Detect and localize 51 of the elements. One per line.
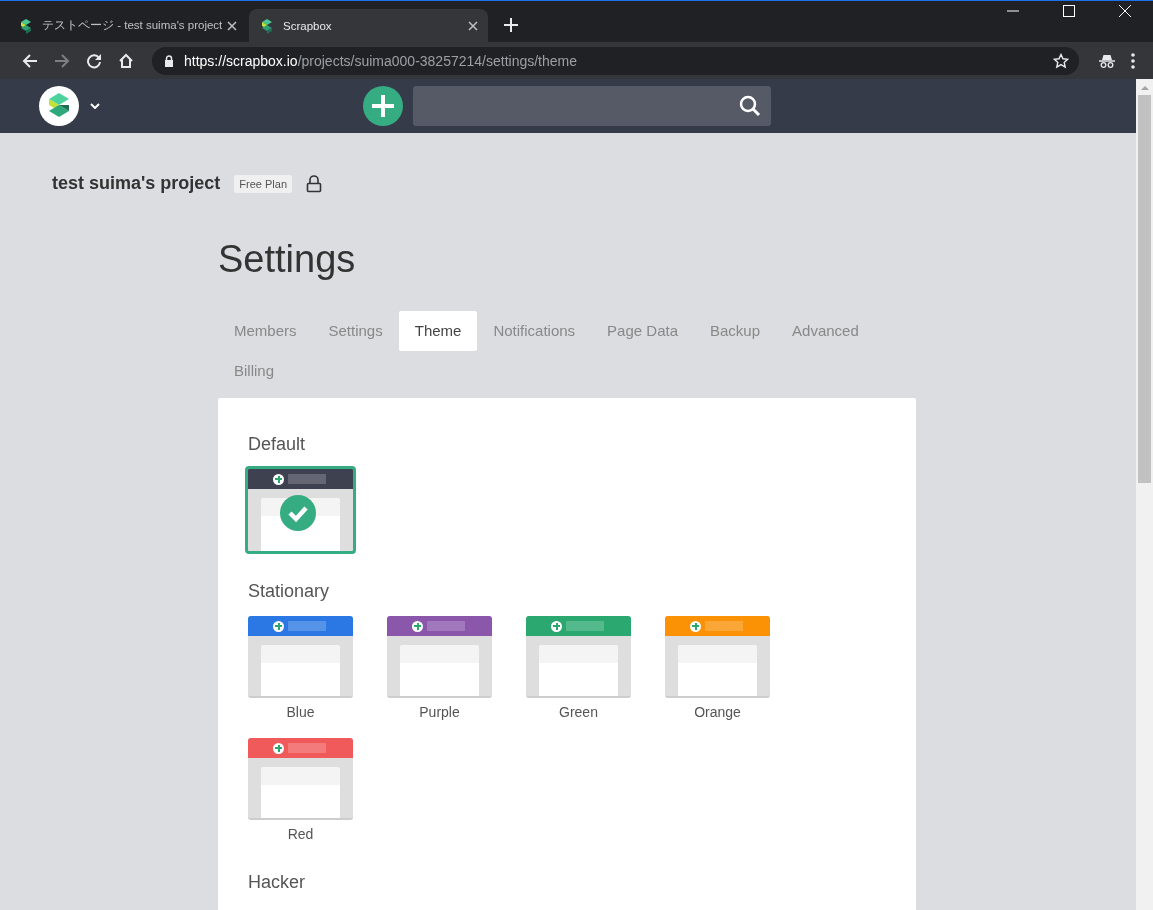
browser-tab[interactable]: テストページ - test suima's project <box>8 9 247 42</box>
theme-thumbnail[interactable] <box>245 466 356 554</box>
theme-name: Blue <box>286 704 315 720</box>
star-icon[interactable] <box>1053 52 1069 69</box>
close-icon[interactable] <box>227 20 237 31</box>
address-bar[interactable]: https://scrapbox.io/projects/suima000-38257214/settings/theme <box>152 46 1079 75</box>
theme-thumbnail[interactable] <box>526 616 631 698</box>
settings-tab[interactable]: Advanced <box>776 311 875 351</box>
reload-icon[interactable] <box>86 52 102 69</box>
section-title: Hacker <box>248 872 306 893</box>
lock-icon <box>306 174 323 193</box>
new-tab-icon[interactable] <box>504 18 518 32</box>
theme-thumbnail[interactable] <box>665 616 770 698</box>
theme-thumbnail[interactable] <box>248 616 353 698</box>
settings-tab[interactable]: Theme <box>398 311 478 351</box>
settings-tab[interactable]: Billing <box>218 351 291 391</box>
page-heading: Settings <box>218 238 357 281</box>
logo-icon <box>259 17 275 34</box>
forward-icon[interactable] <box>54 52 70 69</box>
search-field[interactable] <box>413 86 771 126</box>
theme-name: Orange <box>694 704 741 720</box>
theme-name: Purple <box>419 704 460 720</box>
caret-icon[interactable] <box>90 103 100 109</box>
theme-thumbnail[interactable] <box>387 616 492 698</box>
settings-tab[interactable]: Page Data <box>591 311 694 351</box>
project-name[interactable]: test suima's project <box>52 173 221 194</box>
back-icon[interactable] <box>22 52 38 69</box>
search-icon <box>739 95 761 117</box>
settings-tab[interactable]: Notifications <box>477 311 592 351</box>
tab-title: Scrapbox <box>283 19 333 32</box>
logo-icon <box>18 17 34 34</box>
settings-tab[interactable]: Settings <box>312 311 399 351</box>
logo-icon[interactable] <box>39 86 79 126</box>
theme-name: Red <box>287 826 314 842</box>
new-page-button[interactable] <box>363 86 403 126</box>
theme-thumbnail[interactable] <box>248 738 353 820</box>
plan-label: Free Plan <box>234 174 293 193</box>
scrollbar[interactable] <box>1136 79 1153 910</box>
incognito-icon[interactable] <box>1099 53 1115 68</box>
close-icon[interactable] <box>468 20 478 31</box>
url-text: https://scrapbox.io/projects/suima000-38257214/settings/theme <box>184 52 578 69</box>
maximize-icon[interactable] <box>1063 5 1075 17</box>
browser-tab[interactable]: Scrapbox <box>249 9 488 42</box>
home-icon[interactable] <box>118 52 134 69</box>
settings-tab[interactable]: Backup <box>694 311 777 351</box>
settings-tab[interactable]: Members <box>218 311 313 351</box>
section-title: Stationary <box>248 581 331 602</box>
theme-name: Green <box>559 704 598 720</box>
lock-icon <box>164 54 174 67</box>
menu-icon[interactable] <box>1131 52 1135 69</box>
section-title: Default <box>248 434 307 455</box>
